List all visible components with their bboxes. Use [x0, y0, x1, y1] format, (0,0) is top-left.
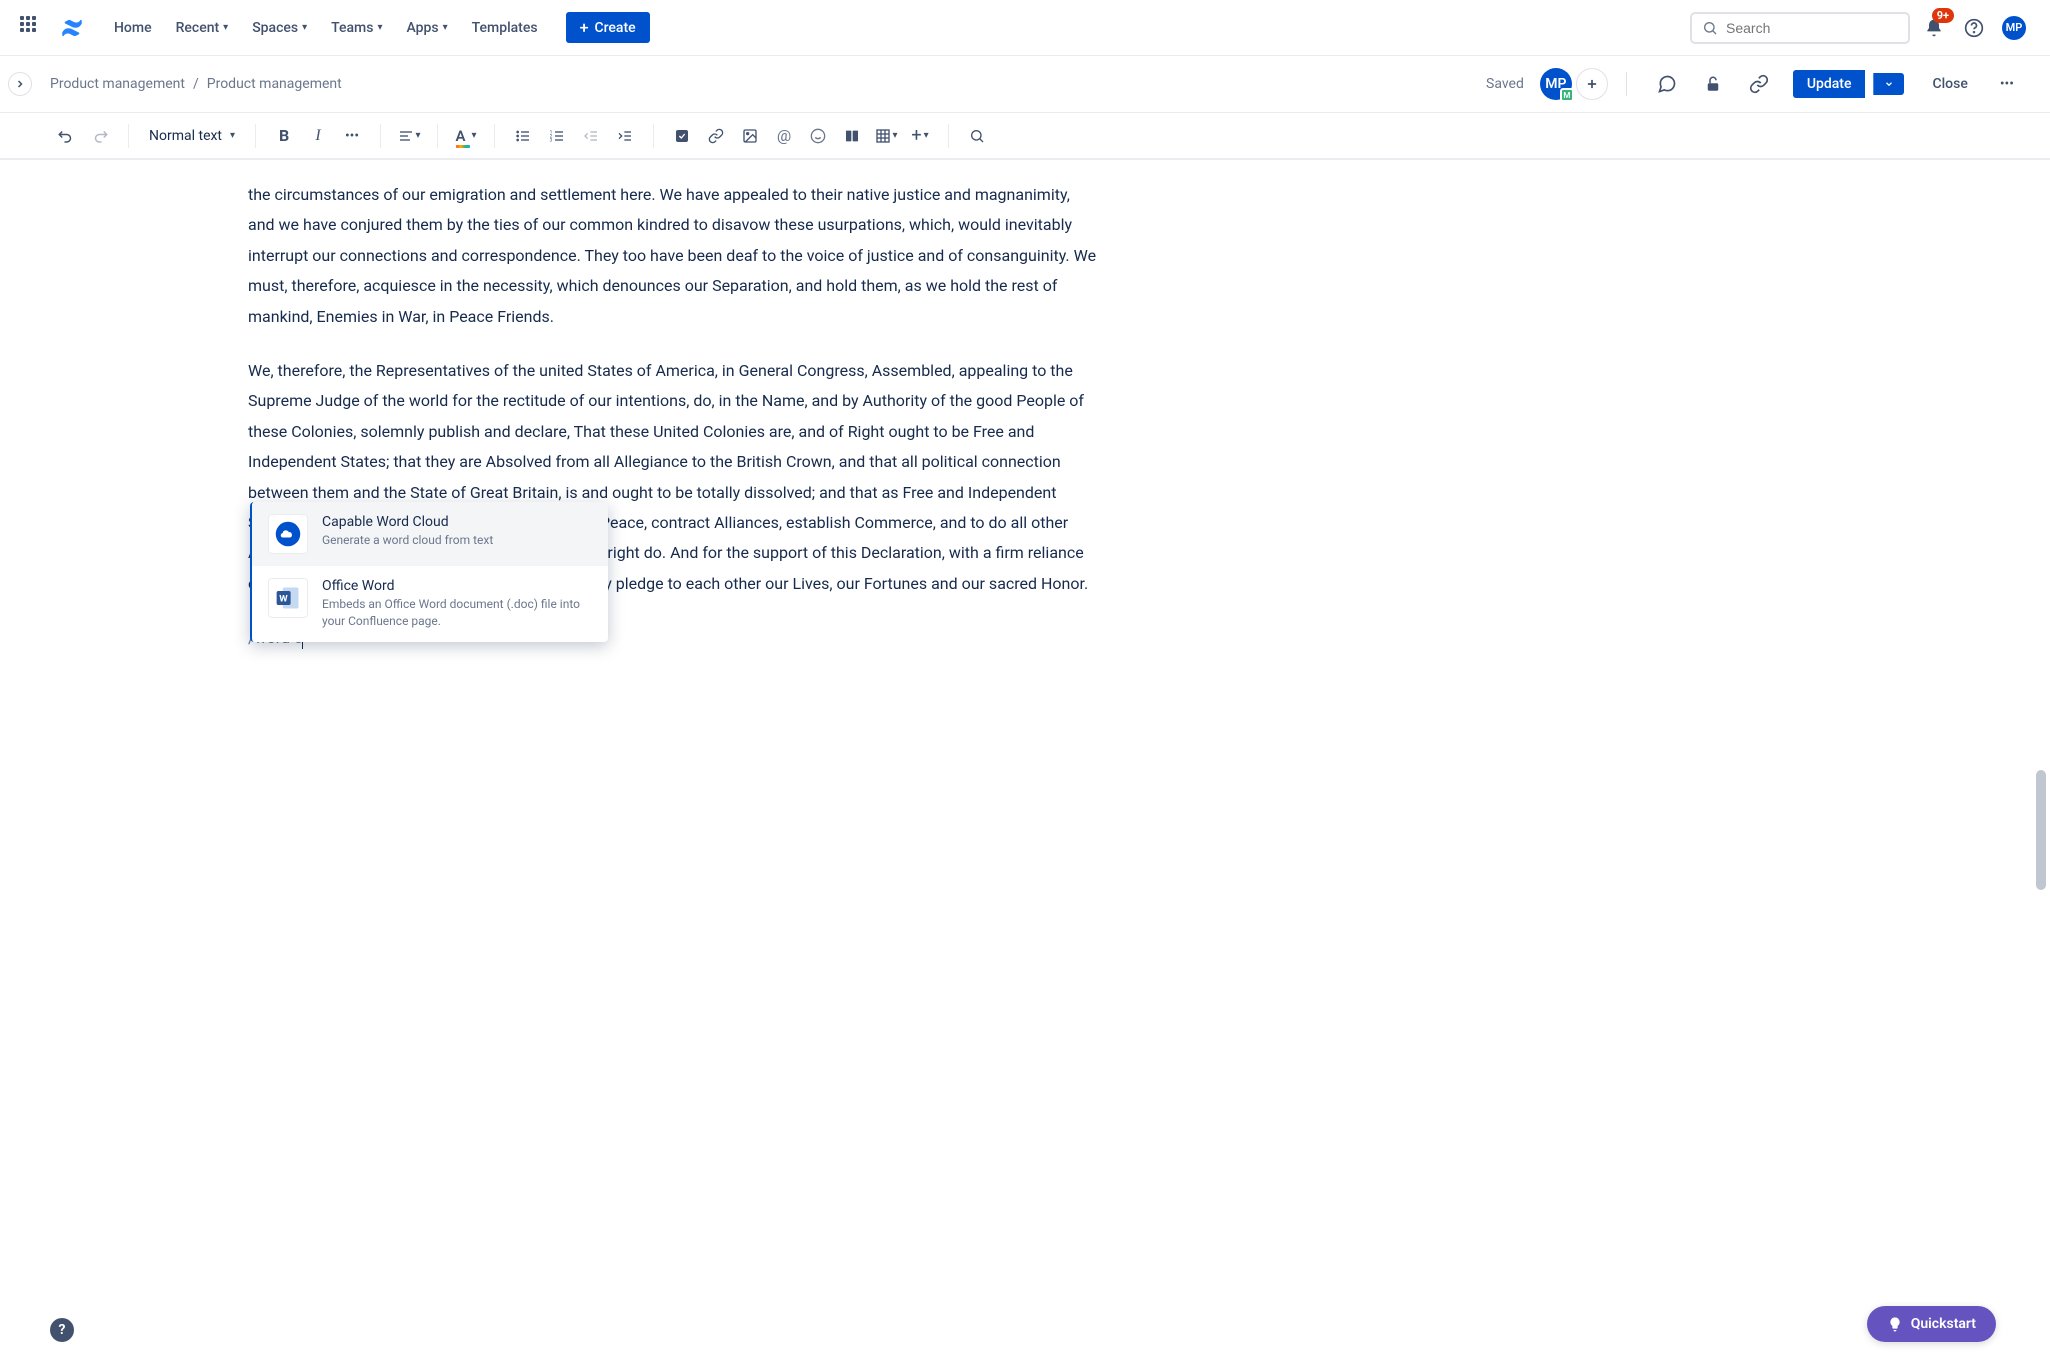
italic-button[interactable]: I	[302, 120, 334, 152]
more-formatting-button[interactable]: •••	[336, 120, 368, 152]
search-icon	[1702, 20, 1718, 36]
slash-command-menu: Capable Word Cloud Generate a word cloud…	[250, 502, 608, 642]
comments-icon[interactable]	[1651, 68, 1683, 100]
expand-sidebar-button[interactable]	[8, 72, 32, 96]
nav-templates[interactable]: Templates	[462, 14, 548, 42]
nav-spaces[interactable]: Spaces▾	[242, 14, 317, 42]
svg-text:3: 3	[550, 137, 553, 143]
saved-status: Saved	[1486, 76, 1524, 92]
redo-button[interactable]	[84, 120, 116, 152]
editor-avatar[interactable]: MP M	[1540, 68, 1572, 100]
breadcrumb-space[interactable]: Product management	[50, 76, 185, 92]
editor-area[interactable]: the circumstances of our emigration and …	[0, 160, 2030, 1366]
page-header: Product management / Product management …	[0, 56, 2050, 112]
confluence-logo-icon[interactable]	[60, 16, 84, 40]
update-dropdown[interactable]	[1873, 73, 1904, 95]
slash-item-title: Office Word	[322, 578, 592, 594]
nav-recent[interactable]: Recent▾	[166, 14, 239, 42]
indent-button[interactable]	[609, 120, 641, 152]
layouts-button[interactable]	[836, 120, 868, 152]
find-button[interactable]	[961, 120, 993, 152]
chevron-down-icon: ▾	[223, 22, 228, 33]
image-button[interactable]	[734, 120, 766, 152]
help-icon[interactable]	[1958, 12, 1990, 44]
link-icon[interactable]	[1743, 68, 1775, 100]
app-switcher-icon[interactable]	[20, 16, 44, 40]
slash-item-title: Capable Word Cloud	[322, 514, 592, 530]
help-fab-icon[interactable]: ?	[50, 1318, 74, 1342]
outdent-button[interactable]	[575, 120, 607, 152]
slash-item-word-cloud[interactable]: Capable Word Cloud Generate a word cloud…	[252, 502, 608, 566]
bullet-list-button[interactable]	[507, 120, 539, 152]
breadcrumb-page[interactable]: Product management	[207, 76, 342, 92]
slash-item-office-word[interactable]: W Office Word Embeds an Office Word docu…	[252, 566, 608, 642]
slash-item-desc: Embeds an Office Word document (.doc) fi…	[322, 596, 592, 630]
nav-teams[interactable]: Teams▾	[321, 14, 392, 42]
bold-button[interactable]: B	[268, 120, 300, 152]
svg-text:W: W	[279, 594, 288, 605]
more-actions-icon[interactable]: •••	[1992, 72, 2022, 96]
close-button[interactable]: Close	[1920, 70, 1979, 98]
lightbulb-icon	[1887, 1316, 1903, 1332]
text-color-button[interactable]: A▾	[450, 120, 482, 152]
alignment-dropdown[interactable]: ▾	[393, 120, 425, 152]
editor-toolbar: Normal text▾ B I ••• ▾ A▾ 123 @ ▾ +▾	[0, 112, 2050, 160]
search-input[interactable]	[1690, 12, 1910, 44]
notification-badge: 9+	[1932, 8, 1954, 23]
create-button[interactable]: +Create	[566, 12, 650, 43]
word-cloud-icon	[268, 514, 308, 554]
quickstart-button[interactable]: Quickstart	[1867, 1306, 1996, 1342]
mention-button[interactable]: @	[768, 120, 800, 152]
insert-dropdown[interactable]: +▾	[904, 120, 936, 152]
update-button[interactable]: Update	[1793, 70, 1866, 98]
chevron-down-icon: ▾	[302, 22, 307, 33]
link-button[interactable]	[700, 120, 732, 152]
paragraph[interactable]: the circumstances of our emigration and …	[248, 180, 1098, 332]
office-word-icon: W	[268, 578, 308, 618]
presence-status-icon: M	[1560, 88, 1574, 102]
user-avatar[interactable]: MP	[1998, 12, 2030, 44]
numbered-list-button[interactable]: 123	[541, 120, 573, 152]
emoji-button[interactable]	[802, 120, 834, 152]
nav-home[interactable]: Home	[104, 14, 162, 42]
table-dropdown[interactable]: ▾	[870, 120, 902, 152]
chevron-down-icon: ▾	[377, 22, 382, 33]
top-navigation: Home Recent▾ Spaces▾ Teams▾ Apps▾ Templa…	[0, 0, 2050, 56]
search-field[interactable]	[1726, 20, 1907, 36]
chevron-down-icon: ▾	[443, 22, 448, 33]
scrollbar-thumb[interactable]	[2036, 770, 2046, 890]
slash-item-desc: Generate a word cloud from text	[322, 532, 592, 549]
text-style-dropdown[interactable]: Normal text▾	[141, 122, 243, 150]
plus-icon: +	[580, 18, 589, 37]
invite-button[interactable]	[1576, 68, 1608, 100]
scrollbar[interactable]	[2034, 160, 2046, 1366]
nav-apps[interactable]: Apps▾	[396, 14, 457, 42]
breadcrumb: Product management / Product management	[50, 76, 342, 92]
notifications-icon[interactable]: 9+	[1918, 12, 1950, 44]
action-item-button[interactable]	[666, 120, 698, 152]
undo-button[interactable]	[50, 120, 82, 152]
lock-icon[interactable]	[1697, 68, 1729, 100]
